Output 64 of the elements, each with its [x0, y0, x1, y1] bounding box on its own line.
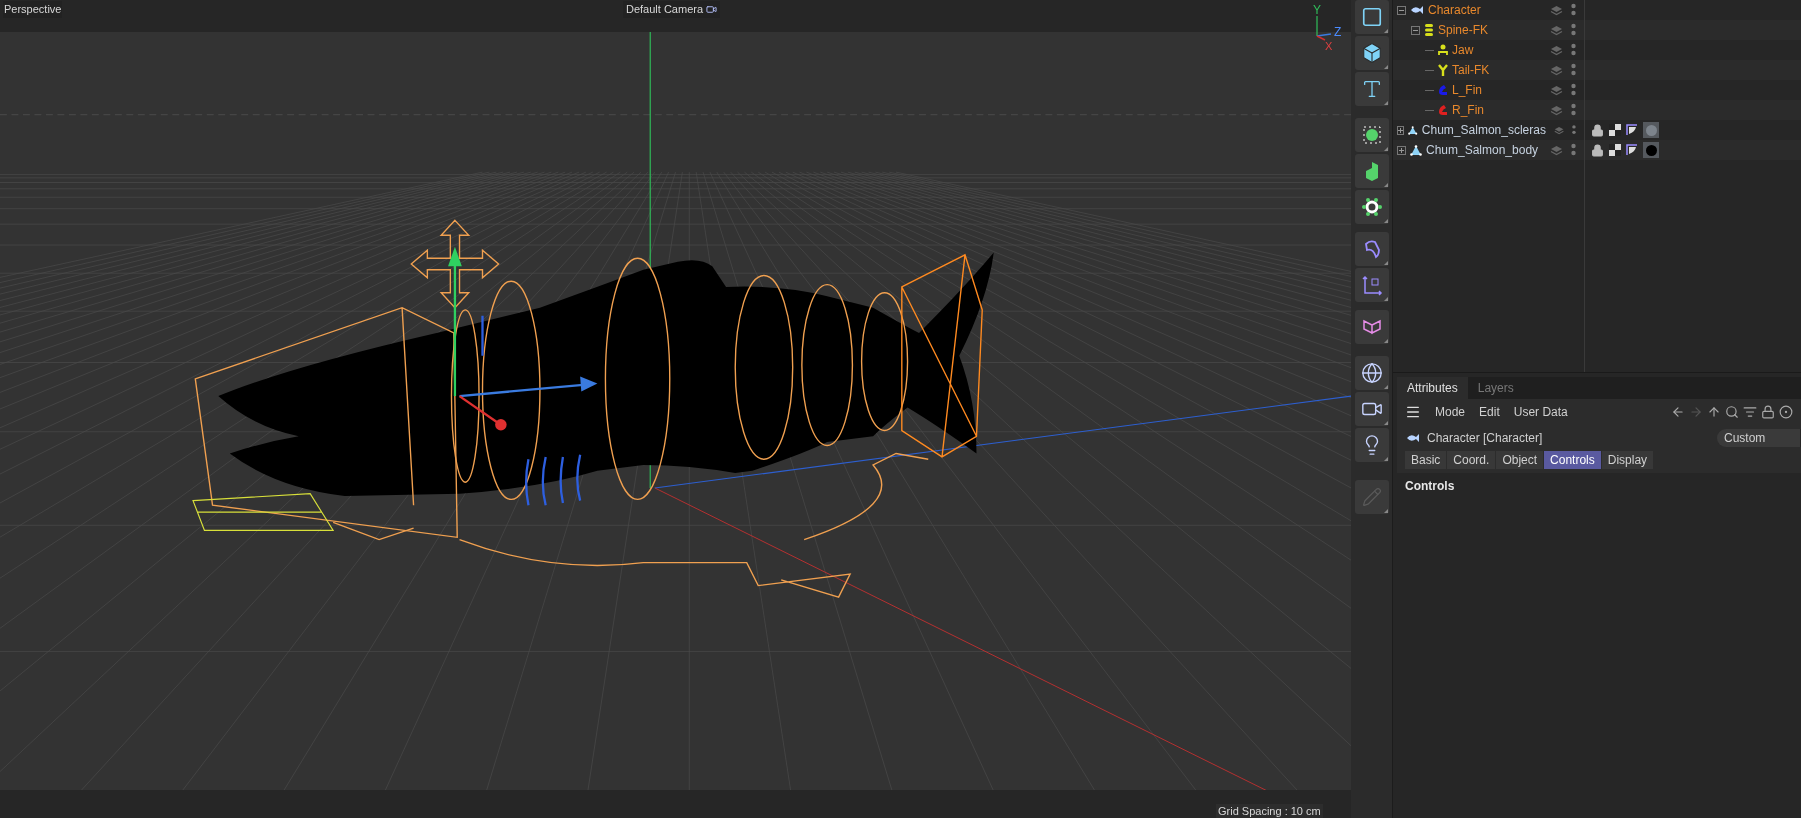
visibility-dots-icon[interactable]: [1571, 143, 1576, 157]
expand-toggle-icon[interactable]: [1397, 145, 1406, 155]
lock-tag-icon[interactable]: [1591, 143, 1604, 157]
layers-icon: [1553, 124, 1565, 136]
bow-tie-tool-icon[interactable]: [1354, 310, 1389, 344]
view-name-label[interactable]: Perspective: [3, 1, 63, 18]
collapse-toggle-icon[interactable]: [1411, 25, 1420, 35]
light-tool-icon[interactable]: [1354, 428, 1389, 462]
menu-item[interactable]: Edit: [1479, 403, 1500, 421]
visibility-dots-icon[interactable]: [1571, 63, 1576, 77]
layers-icon: [1550, 64, 1563, 76]
layers-icon: [1550, 104, 1563, 116]
fish-icon: [1405, 433, 1421, 443]
phong-tag-icon[interactable]: [1626, 144, 1638, 156]
text-tool-icon[interactable]: [1354, 72, 1389, 106]
polygon-object-icon: [1410, 144, 1422, 156]
coordinate-tool-icon[interactable]: [1354, 268, 1389, 302]
attribute-tab[interactable]: Controls: [1544, 451, 1601, 469]
attribute-tab[interactable]: Coord.: [1447, 451, 1496, 469]
visibility-dots-icon[interactable]: [1571, 43, 1576, 57]
attribute-tab[interactable]: Basic: [1405, 451, 1447, 469]
square-tool-icon[interactable]: [1354, 0, 1389, 34]
visibility-dots-icon[interactable]: [1571, 3, 1576, 17]
attribute-tab[interactable]: Object: [1496, 451, 1544, 469]
filter-icon[interactable]: [1743, 405, 1757, 419]
visibility-dots-icon[interactable]: [1571, 23, 1576, 37]
panel-tab[interactable]: Layers: [1467, 377, 1524, 399]
panel-tab[interactable]: Attributes: [1397, 377, 1468, 399]
visibility-dots-icon[interactable]: [1571, 83, 1576, 97]
deformer-tool-icon[interactable]: [1354, 232, 1389, 266]
target-icon[interactable]: [1779, 405, 1793, 419]
camera-tool-icon[interactable]: [1354, 392, 1389, 426]
collapse-toggle-icon[interactable]: [1397, 5, 1406, 15]
checker-tag-icon[interactable]: [1609, 124, 1621, 136]
lock-icon[interactable]: [1761, 405, 1775, 419]
object-title: Character [Character]: [1427, 430, 1543, 447]
search-icon[interactable]: [1725, 405, 1739, 419]
layers-icon: [1550, 144, 1563, 156]
globe-tool-icon[interactable]: [1354, 356, 1389, 390]
lock-tag-icon[interactable]: [1591, 123, 1604, 137]
mode-dropdown[interactable]: Custom: [1717, 429, 1801, 447]
menu-icon[interactable]: [1405, 404, 1421, 420]
cube-tool-icon[interactable]: [1354, 36, 1389, 70]
checker-tag-icon[interactable]: [1609, 144, 1621, 156]
visibility-dots-icon[interactable]: [1572, 123, 1576, 137]
points-tool-icon[interactable]: [1354, 118, 1389, 152]
menu-item[interactable]: Mode: [1435, 403, 1466, 421]
phong-tag-icon[interactable]: [1626, 124, 1638, 136]
layers-icon: [1550, 4, 1563, 16]
section-heading: Controls: [1405, 478, 1455, 495]
fish-icon: [1410, 5, 1424, 15]
camera-icon: [706, 3, 718, 15]
layers-icon: [1550, 24, 1563, 36]
visibility-dots-icon[interactable]: [1571, 103, 1576, 117]
polygon-object-icon: [1408, 124, 1418, 136]
grid-spacing-label: Grid Spacing : 10 cm: [1216, 804, 1323, 818]
attribute-tab[interactable]: Display: [1601, 451, 1654, 469]
layers-icon: [1550, 84, 1563, 96]
expand-toggle-icon[interactable]: [1397, 125, 1405, 135]
menu-item[interactable]: User Data: [1513, 403, 1568, 421]
gear-tool-icon[interactable]: [1354, 190, 1389, 224]
layers-icon: [1550, 44, 1563, 56]
up-arrow-icon[interactable]: [1707, 405, 1721, 419]
cubes-tool-icon[interactable]: [1354, 154, 1389, 188]
